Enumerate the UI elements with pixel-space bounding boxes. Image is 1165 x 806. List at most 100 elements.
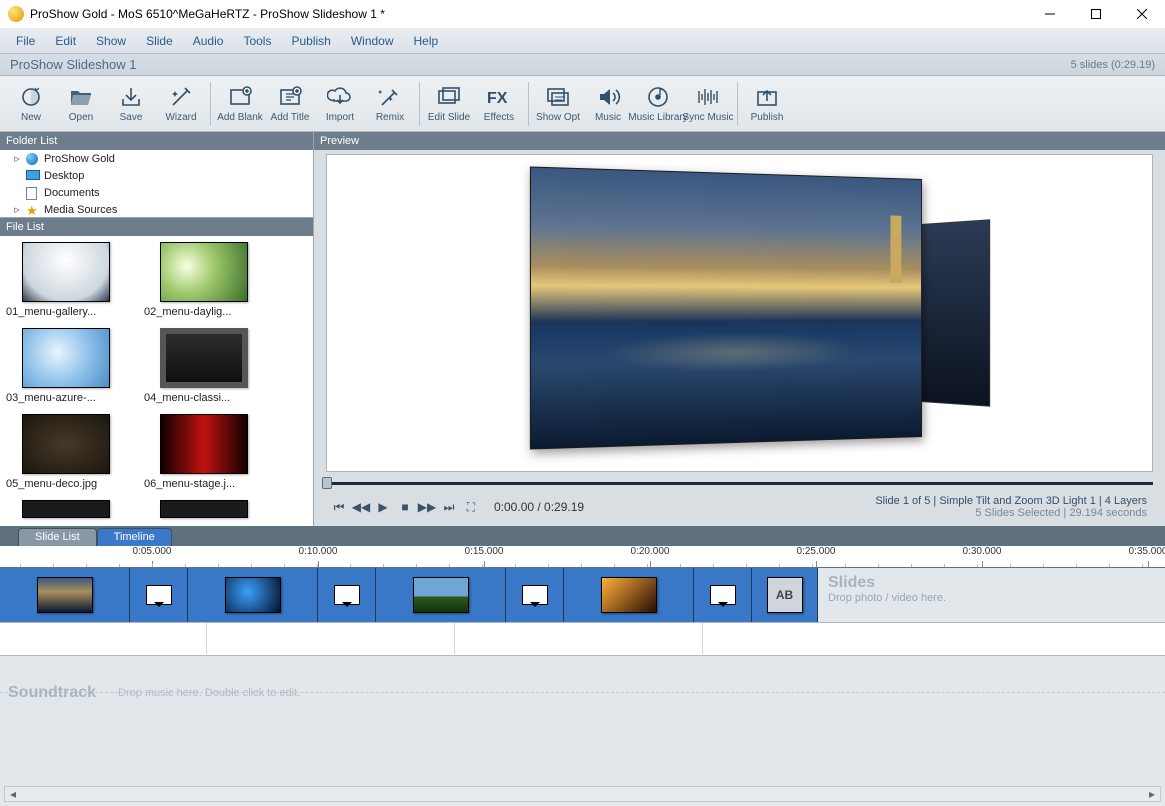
timeline-tabs: Slide ListTimeline [0, 526, 1165, 546]
slideshow-name: ProShow Slideshow 1 [10, 57, 136, 72]
add-title-button[interactable]: Add Title [265, 78, 315, 130]
file-thumbnail[interactable]: 06_menu-stage.j... [144, 414, 264, 490]
sync-music-button[interactable]: Sync Music [683, 78, 733, 130]
soundtrack-hint: Drop music here. Double click to edit. [118, 687, 300, 699]
save-button[interactable]: Save [106, 78, 156, 130]
timeline-transition[interactable] [694, 568, 752, 622]
folder-item[interactable]: ▹★Media Sources [0, 201, 313, 218]
stop-button[interactable]: ■ [394, 496, 416, 518]
next-icon: ▶▶ [418, 500, 436, 514]
last-icon: ⏭ [444, 500, 455, 515]
menu-slide[interactable]: Slide [136, 30, 183, 52]
ruler-label: 0:30.000 [963, 546, 1002, 557]
folder-list[interactable]: ▹ProShow GoldDesktopDocuments▹★Media Sou… [0, 150, 313, 218]
effects-button[interactable]: FXEffects [474, 78, 524, 130]
music-icon [594, 84, 622, 110]
timeline-slide[interactable] [0, 568, 130, 622]
file-thumbnail[interactable]: 05_menu-deco.jpg [6, 414, 126, 490]
maximize-button[interactable] [1073, 0, 1119, 28]
tab-slide-list[interactable]: Slide List [18, 528, 97, 546]
preview-image [525, 173, 955, 453]
stop-icon: ■ [401, 500, 408, 514]
timeline-transition[interactable] [130, 568, 188, 622]
new-button[interactable]: New [6, 78, 56, 130]
open-button[interactable]: Open [56, 78, 106, 130]
remix-icon [376, 84, 404, 110]
timeline-transition[interactable] [506, 568, 564, 622]
scroll-left-icon[interactable]: ◂ [5, 787, 21, 801]
file-thumbnail[interactable]: 03_menu-azure-... [6, 328, 126, 404]
scroll-right-icon[interactable]: ▸ [1144, 787, 1160, 801]
edit-slide-button[interactable]: Edit Slide [424, 78, 474, 130]
play-button[interactable]: ▶ [372, 496, 394, 518]
music-library-icon [644, 84, 672, 110]
last-button[interactable]: ⏭ [438, 496, 460, 518]
edit-slide-icon [435, 84, 463, 110]
folder-icon [26, 187, 40, 199]
prev-button[interactable]: ◀◀ [350, 496, 372, 518]
menu-edit[interactable]: Edit [45, 30, 86, 52]
minimize-button[interactable] [1027, 0, 1073, 28]
close-button[interactable] [1119, 0, 1165, 28]
drop-slides-area[interactable]: SlidesDrop photo / video here. [818, 568, 1165, 622]
toolbar: NewOpenSaveWizardAdd BlankAdd TitleImpor… [0, 76, 1165, 132]
file-list[interactable]: 01_menu-gallery...02_menu-daylig...03_me… [0, 236, 313, 526]
timeline-slides-row[interactable]: ABSlidesDrop photo / video here. [0, 568, 1165, 622]
remix-button[interactable]: Remix [365, 78, 415, 130]
timeline-slide[interactable] [564, 568, 694, 622]
first-button[interactable]: ⏮ [328, 496, 350, 518]
timeline-transition[interactable] [318, 568, 376, 622]
ruler-label: 0:25.000 [797, 546, 836, 557]
folder-icon: ★ [26, 204, 40, 216]
timecode: 0:00.00 / 0:29.19 [494, 500, 584, 514]
file-thumbnail[interactable]: 02_menu-daylig... [144, 242, 264, 318]
next-button[interactable]: ▶▶ [416, 496, 438, 518]
folder-item[interactable]: ▹ProShow Gold [0, 150, 313, 167]
preview-canvas[interactable] [326, 154, 1153, 472]
timeline: 0:05.0000:10.0000:15.0000:20.0000:25.000… [0, 546, 1165, 656]
show-opt-button[interactable]: Show Opt [533, 78, 583, 130]
file-thumbnail[interactable]: 01_menu-gallery... [6, 242, 126, 318]
sync-music-icon [694, 84, 722, 110]
preview-header: Preview [314, 132, 1165, 150]
add-blank-button[interactable]: Add Blank [215, 78, 265, 130]
ruler-label: 0:35.000 [1129, 546, 1165, 557]
publish-button[interactable]: Publish [742, 78, 792, 130]
menu-audio[interactable]: Audio [183, 30, 234, 52]
music-button[interactable]: Music [583, 78, 633, 130]
menu-file[interactable]: File [6, 30, 45, 52]
menu-publish[interactable]: Publish [281, 30, 340, 52]
fullscreen-icon: ⛶ [467, 500, 475, 515]
timeline-empty-row [0, 622, 1165, 654]
ruler-label: 0:10.000 [299, 546, 338, 557]
wizard-button[interactable]: Wizard [156, 78, 206, 130]
timeline-slide[interactable] [188, 568, 318, 622]
folder-item[interactable]: Desktop [0, 167, 313, 184]
import-button[interactable]: Import [315, 78, 365, 130]
menu-help[interactable]: Help [404, 30, 449, 52]
menu-tools[interactable]: Tools [233, 30, 281, 52]
scrub-bar[interactable] [326, 476, 1153, 490]
folder-item[interactable]: Documents [0, 184, 313, 201]
menu-show[interactable]: Show [86, 30, 136, 52]
soundtrack-panel[interactable]: Soundtrack Drop music here. Double click… [0, 656, 1165, 806]
timeline-ruler[interactable]: 0:05.0000:10.0000:15.0000:20.0000:25.000… [0, 546, 1165, 568]
publish-icon [753, 84, 781, 110]
timeline-slide[interactable] [376, 568, 506, 622]
show-opt-icon [544, 84, 572, 110]
tab-timeline[interactable]: Timeline [97, 528, 172, 546]
app-icon [8, 6, 24, 22]
import-icon [326, 84, 354, 110]
fullscreen-button[interactable]: ⛶ [460, 496, 482, 518]
save-icon [117, 84, 145, 110]
add-blank-icon [226, 84, 254, 110]
music-library-button[interactable]: Music Library [633, 78, 683, 130]
prev-icon: ◀◀ [352, 500, 370, 514]
ruler-label: 0:15.000 [465, 546, 504, 557]
soundtrack-heading: Soundtrack [8, 684, 96, 702]
folder-icon [26, 170, 40, 182]
file-thumbnail[interactable]: 04_menu-classi... [144, 328, 264, 404]
wizard-icon [167, 84, 195, 110]
timeline-slide[interactable]: AB [752, 568, 818, 622]
menu-window[interactable]: Window [341, 30, 404, 52]
